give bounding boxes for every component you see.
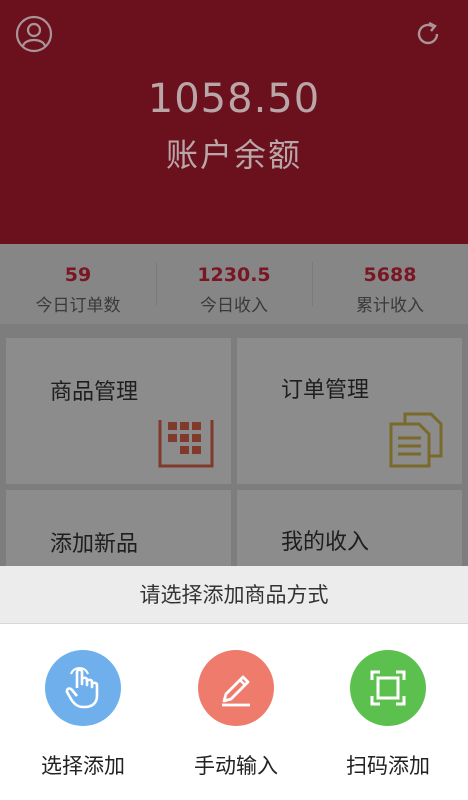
- balance-label: 账户余额: [165, 136, 302, 174]
- option-circle: [350, 650, 426, 726]
- tile-title: 订单管理: [281, 378, 370, 403]
- add-method-sheet: 请选择添加商品方式 选择添加 手动输入 扫码添加: [0, 566, 468, 800]
- documents-icon: [389, 412, 443, 468]
- stat-label: 今日收入: [200, 296, 268, 316]
- product-management-tile[interactable]: 商品管理: [6, 338, 231, 484]
- stat-value: 59: [64, 264, 92, 286]
- stat-total-income[interactable]: 5688 累计收入: [312, 244, 468, 324]
- stats-row: 59 今日订单数 1230.5 今日收入 5688 累计收入: [0, 244, 468, 324]
- tile-title: 我的收入: [281, 530, 370, 555]
- scan-add-option[interactable]: 扫码添加: [313, 650, 463, 780]
- option-label: 选择添加: [41, 754, 125, 778]
- refresh-button[interactable]: [408, 14, 448, 54]
- option-circle: [45, 650, 121, 726]
- stat-label: 累计收入: [356, 296, 424, 316]
- stat-today-orders[interactable]: 59 今日订单数: [0, 244, 156, 324]
- user-profile-button[interactable]: [14, 14, 54, 54]
- option-label: 手动输入: [194, 754, 278, 778]
- hand-pointer-icon: [65, 667, 99, 709]
- product-grid-icon: [158, 420, 214, 468]
- pencil-icon: [222, 675, 250, 707]
- option-label: 扫码添加: [346, 754, 430, 778]
- stat-label: 今日订单数: [35, 296, 121, 316]
- user-icon: [15, 15, 53, 53]
- stat-today-income[interactable]: 1230.5 今日收入: [156, 244, 312, 324]
- balance-amount: 1058.50: [147, 76, 321, 122]
- account-header: 1058.50 账户余额: [0, 0, 468, 244]
- manual-input-option[interactable]: 手动输入: [161, 650, 311, 780]
- stat-value: 5688: [363, 264, 417, 286]
- scan-frame-icon: [370, 670, 406, 706]
- tile-title: 添加新品: [50, 532, 139, 557]
- order-management-tile[interactable]: 订单管理: [237, 338, 462, 484]
- sheet-title: 请选择添加商品方式: [0, 566, 468, 624]
- refresh-icon: [417, 21, 439, 45]
- select-add-option[interactable]: 选择添加: [8, 650, 158, 780]
- tile-title: 商品管理: [50, 380, 139, 405]
- option-circle: [198, 650, 274, 726]
- stat-value: 1230.5: [197, 264, 271, 286]
